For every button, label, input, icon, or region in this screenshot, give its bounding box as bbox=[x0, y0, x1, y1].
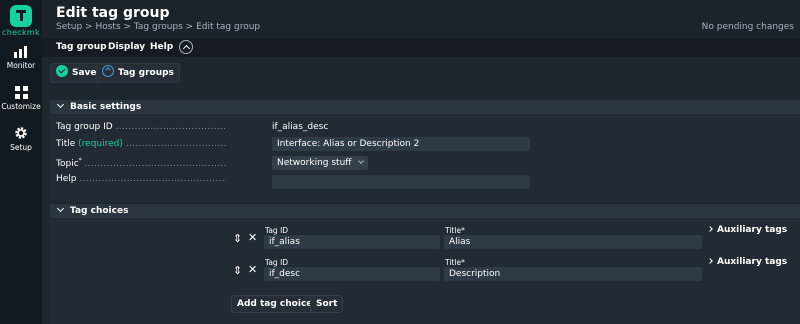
main-area: Edit tag group Setup > Hosts > Tag group… bbox=[42, 0, 800, 324]
tag-title-label: Title* bbox=[445, 226, 465, 235]
tag-id-label: Tag ID bbox=[265, 258, 289, 267]
sort-button[interactable]: Sort bbox=[310, 295, 344, 313]
auxiliary-tags-label: Auxiliary tags bbox=[717, 225, 788, 235]
auxiliary-tags-toggle[interactable]: Auxiliary tags bbox=[707, 257, 788, 267]
checkmark-icon bbox=[56, 65, 68, 77]
tag-title-label: Title* bbox=[445, 258, 465, 267]
toolbar: Save Tag groups bbox=[42, 57, 800, 87]
drag-handle-icon[interactable]: ⇕ bbox=[233, 264, 242, 277]
logo-text: checkmk bbox=[2, 28, 40, 37]
back-icon bbox=[102, 65, 114, 77]
sidebar-item-label: Setup bbox=[10, 143, 32, 152]
auxiliary-tags-toggle[interactable]: Auxiliary tags bbox=[707, 225, 788, 235]
sidebar-item-label: Customize bbox=[1, 102, 41, 111]
save-label: Save bbox=[72, 68, 97, 78]
topic-select[interactable]: Networking stuff bbox=[272, 156, 368, 170]
collapse-menu-icon[interactable] bbox=[179, 40, 193, 54]
gear-icon bbox=[15, 127, 27, 139]
tag-title-field[interactable]: Alias bbox=[444, 235, 702, 249]
topic-label: Topic* .................................… bbox=[56, 157, 226, 169]
tag-group-id-value: if_alias_desc bbox=[272, 122, 329, 132]
sidebar-item-label: Monitor bbox=[6, 61, 36, 70]
chevron-right-icon bbox=[707, 258, 713, 264]
tag-groups-label: Tag groups bbox=[118, 68, 174, 78]
bar-chart-icon bbox=[14, 46, 27, 58]
title-bar: Edit tag group Setup > Hosts > Tag group… bbox=[42, 0, 800, 38]
tag-choices-header[interactable]: Tag choices bbox=[50, 204, 800, 218]
tag-id-field[interactable]: if_desc bbox=[264, 267, 440, 281]
sidebar-item-customize[interactable]: Customize bbox=[0, 86, 42, 111]
topic-selected-value: Networking stuff bbox=[277, 158, 352, 168]
chevron-down-icon bbox=[56, 100, 65, 109]
grid-icon bbox=[14, 86, 28, 99]
chevron-right-icon bbox=[707, 226, 713, 232]
tag-groups-button[interactable]: Tag groups bbox=[96, 63, 180, 83]
help-field[interactable] bbox=[272, 175, 530, 189]
sidebar: checkmk Monitor Customize Setup bbox=[0, 0, 42, 324]
tag-group-id-label: Tag group ID ...........................… bbox=[56, 122, 226, 132]
delete-row-icon[interactable]: ✕ bbox=[248, 263, 257, 276]
title-label: Title (required) .......................… bbox=[56, 139, 226, 149]
checkmk-logo-icon bbox=[10, 5, 32, 27]
tag-title-field[interactable]: Description bbox=[444, 267, 702, 281]
auxiliary-tags-label: Auxiliary tags bbox=[717, 257, 788, 267]
chevron-down-icon bbox=[56, 204, 65, 213]
menu-tag-group[interactable]: Tag group bbox=[56, 42, 107, 52]
tag-id-field[interactable]: if_alias bbox=[264, 235, 440, 249]
pending-changes-status[interactable]: No pending changes bbox=[702, 22, 794, 32]
menu-bar: Tag group Display Help bbox=[42, 38, 800, 57]
save-button[interactable]: Save bbox=[50, 63, 103, 83]
help-label: Help ...................................… bbox=[56, 174, 226, 184]
basic-settings-header[interactable]: Basic settings bbox=[50, 100, 800, 114]
checkmk-logo[interactable]: checkmk bbox=[0, 5, 42, 37]
sidebar-item-setup[interactable]: Setup bbox=[0, 126, 42, 152]
breadcrumb[interactable]: Setup > Hosts > Tag groups > Edit tag gr… bbox=[56, 22, 260, 32]
add-tag-choice-button[interactable]: Add tag choice bbox=[231, 295, 319, 313]
section-title: Basic settings bbox=[70, 102, 142, 112]
sidebar-item-monitor[interactable]: Monitor bbox=[0, 46, 42, 70]
menu-help[interactable]: Help bbox=[150, 42, 173, 52]
drag-handle-icon[interactable]: ⇕ bbox=[233, 232, 242, 245]
page-title: Edit tag group bbox=[56, 5, 170, 21]
tag-id-label: Tag ID bbox=[265, 226, 289, 235]
section-title: Tag choices bbox=[70, 206, 129, 216]
chevron-down-icon bbox=[358, 158, 364, 164]
delete-row-icon[interactable]: ✕ bbox=[248, 231, 257, 244]
title-field[interactable]: Interface: Alias or Description 2 bbox=[272, 137, 530, 151]
menu-display[interactable]: Display bbox=[108, 42, 145, 52]
